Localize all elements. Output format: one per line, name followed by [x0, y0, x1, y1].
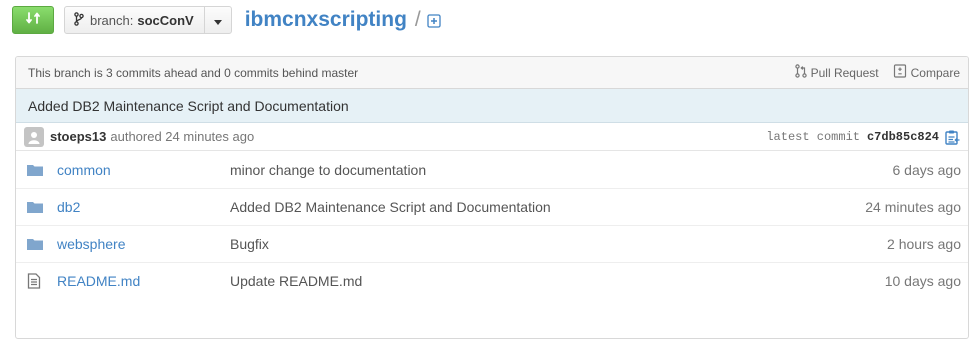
branch-dropdown-toggle[interactable] [205, 7, 231, 33]
branch-name: socConV [137, 12, 194, 28]
list-item[interactable]: websphere Bugfix 2 hours ago [16, 225, 968, 262]
file-age: 10 days ago [884, 273, 961, 289]
file-age: 24 minutes ago [865, 199, 961, 215]
compare-label: Compare [910, 65, 960, 80]
compare-link[interactable]: Compare [893, 64, 960, 81]
repo-toolbar: branch: socConV ibmcnxscripting / [12, 5, 441, 35]
clipboard-icon[interactable] [944, 129, 960, 145]
caret-down-icon [213, 13, 222, 28]
file-commit-message[interactable]: Update README.md [230, 273, 808, 289]
file-commit-message[interactable]: minor change to documentation [230, 162, 808, 178]
folder-icon [27, 200, 47, 214]
file-name-link[interactable]: README.md [57, 273, 230, 289]
file-name-link[interactable]: db2 [57, 199, 230, 215]
commit-sha-info: latest commit c7db85c824 [766, 129, 960, 145]
folder-icon [27, 163, 47, 177]
file-commit-message[interactable]: Bugfix [230, 236, 808, 252]
compare-arrows-icon [25, 10, 41, 31]
commit-author[interactable]: stoeps13 [50, 129, 106, 144]
list-item[interactable]: db2 Added DB2 Maintenance Script and Doc… [16, 188, 968, 225]
file-name-link[interactable]: websphere [57, 236, 230, 252]
pull-request-link[interactable]: Pull Request [794, 64, 879, 81]
plus-file-icon[interactable] [427, 14, 441, 28]
file-commit-message[interactable]: Added DB2 Maintenance Script and Documen… [230, 199, 808, 215]
compare-icon [893, 64, 911, 81]
branch-actions: Pull Request Compare [781, 64, 960, 81]
avatar[interactable] [24, 126, 44, 147]
commit-meta: stoeps13 authored 24 minutes ago latest … [16, 123, 968, 151]
git-branch-icon [74, 11, 84, 29]
commit-sha-link[interactable]: c7db85c824 [867, 130, 939, 144]
file-navigation-panel: This branch is 3 commits ahead and 0 com… [15, 56, 969, 339]
pull-request-label: Pull Request [810, 65, 879, 80]
file-age: 6 days ago [892, 161, 962, 178]
pull-request-icon [794, 64, 811, 81]
file-list: common minor change to documentation 6 d… [16, 151, 968, 299]
compare-review-button[interactable] [12, 6, 54, 34]
branch-selector-main[interactable]: branch: socConV [65, 7, 205, 33]
file-text-icon [27, 273, 47, 289]
list-item[interactable]: common minor change to documentation 6 d… [16, 151, 968, 188]
branch-selector[interactable]: branch: socConV [64, 6, 232, 34]
commit-author-info: stoeps13 authored 24 minutes ago [24, 126, 255, 147]
list-item[interactable]: README.md Update README.md 10 days ago [16, 262, 968, 299]
latest-commit-label: latest commit [766, 129, 860, 144]
folder-icon [27, 237, 47, 251]
latest-commit-message[interactable]: Added DB2 Maintenance Script and Documen… [16, 89, 968, 123]
repo-name-link[interactable]: ibmcnxscripting [245, 8, 407, 32]
branch-status-bar: This branch is 3 commits ahead and 0 com… [16, 57, 968, 89]
breadcrumb-separator: / [414, 8, 421, 31]
file-age: 2 hours ago [887, 236, 961, 252]
commit-authored-time: authored 24 minutes ago [110, 129, 255, 144]
file-name-link[interactable]: common [57, 162, 230, 178]
breadcrumb: ibmcnxscripting / [245, 8, 441, 32]
branch-status-text: This branch is 3 commits ahead and 0 com… [28, 65, 359, 80]
branch-label: branch: [90, 12, 134, 28]
